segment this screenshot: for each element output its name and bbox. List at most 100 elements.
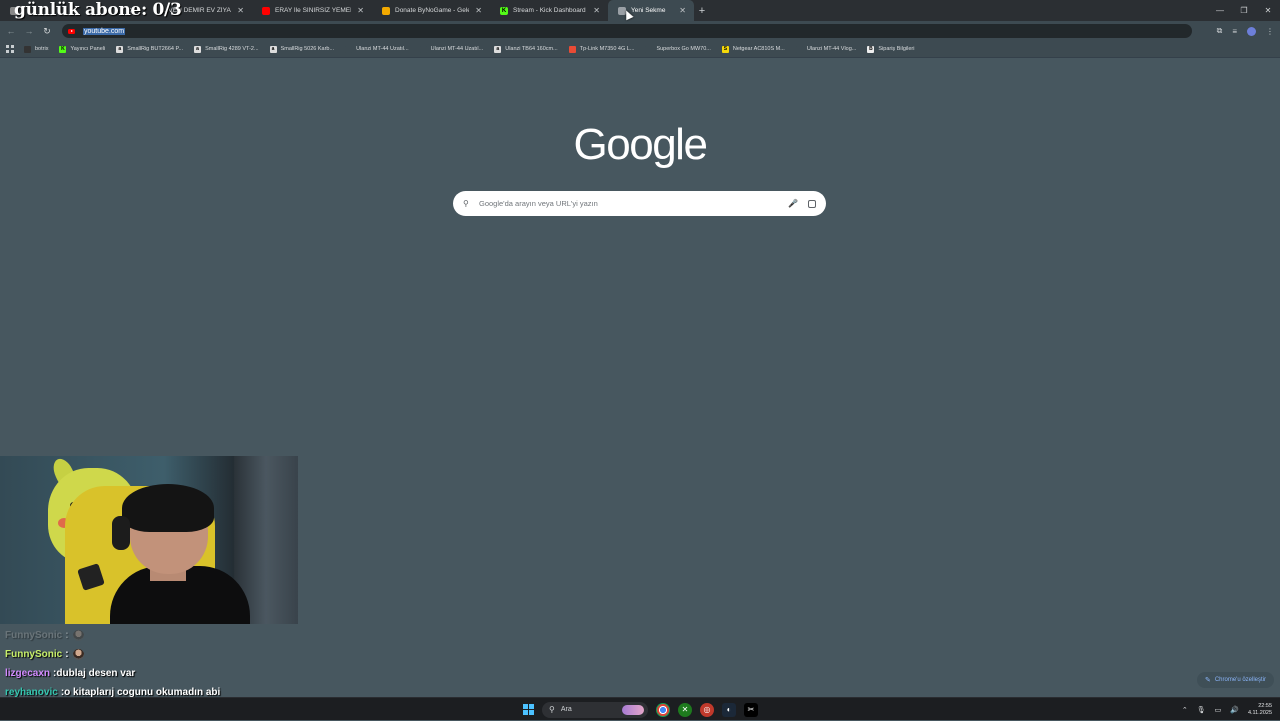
tab-close-icon[interactable]: ✕ xyxy=(475,6,482,15)
bookmark-favicon-icon: K xyxy=(59,45,67,53)
bookmark-item[interactable]: Tp-Link M7350 4G L... xyxy=(568,45,634,53)
bookmark-label: Ulanzi MT-44 Uzatıl... xyxy=(356,46,409,52)
system-tray: ⌃ 🎙 ▭ 🔊 22:55 4.11.2025 xyxy=(1182,698,1272,721)
bookmark-item[interactable]: Ulanzi MT-44 Uzatıl... xyxy=(345,45,409,53)
app-icon[interactable]: ◎ xyxy=(700,702,714,717)
search-icon: ⚲ xyxy=(549,705,555,714)
google-logo: Google xyxy=(573,120,708,169)
media-icon[interactable]: ≡ xyxy=(1232,27,1237,36)
webcam-overlay xyxy=(0,456,298,624)
microphone-icon[interactable]: 🎤 xyxy=(788,199,798,208)
close-window-button[interactable]: ✕ xyxy=(1256,0,1280,21)
bookmark-item[interactable]: a SmallRig 5026 Karb... xyxy=(269,45,334,53)
browser-toolbar: ← → ↻ youtube.com ⧉ ≡ ⋮ xyxy=(0,21,1280,41)
bookmark-item[interactable]: S Netgear AC810S M... xyxy=(721,45,785,53)
bookmark-favicon-icon: B xyxy=(867,45,875,53)
chat-username: FunnySonic xyxy=(5,630,63,641)
bookmark-label: SmallRig 4289 VT-2... xyxy=(205,46,259,52)
tab-close-icon[interactable]: ✕ xyxy=(593,6,600,15)
tab-label: ERAY İle SINIRSIZ YEMEK TURU xyxy=(275,7,351,14)
tab-close-icon[interactable]: ✕ xyxy=(357,6,364,15)
taskbar-search[interactable]: ⚲ Ara xyxy=(542,701,648,718)
bookmark-item[interactable]: Superbox Go MW70... xyxy=(645,45,711,53)
chat-username: lizgecaxn xyxy=(5,668,51,679)
volume-icon[interactable]: 🔊 xyxy=(1230,706,1239,714)
tab[interactable]: Yeni Sekme ✕ xyxy=(608,0,694,21)
window-controls: — ❐ ✕ xyxy=(1208,0,1280,21)
menu-icon[interactable]: ⋮ xyxy=(1266,27,1274,36)
extensions-icon[interactable]: ⧉ xyxy=(1217,26,1223,36)
chat-message: FunnySonic: xyxy=(5,626,220,645)
tab-close-icon[interactable]: ✕ xyxy=(237,6,244,15)
google-search-box[interactable]: ⚲ Google'da arayın veya URL'yi yazın 🎤 xyxy=(453,191,826,216)
bookmark-favicon-icon xyxy=(419,45,427,53)
chevron-up-icon[interactable]: ⌃ xyxy=(1182,706,1188,714)
restore-button[interactable]: ❐ xyxy=(1232,0,1256,21)
steam-icon[interactable]: ◐ xyxy=(722,702,736,717)
url-text[interactable]: youtube.com xyxy=(83,27,126,35)
xbox-icon[interactable]: ✕ xyxy=(678,702,692,717)
tab[interactable]: K Stream - Kick Dashboard ✕ xyxy=(490,0,608,21)
bookmark-label: SmallRig BUT2664 P... xyxy=(127,46,184,52)
capcut-icon[interactable]: ✂ xyxy=(744,702,758,717)
bookmark-favicon-icon xyxy=(645,45,653,53)
bookmark-item[interactable]: botrix xyxy=(24,45,49,53)
bookmark-favicon-icon: S xyxy=(721,45,729,53)
bookmark-label: botrix xyxy=(35,46,49,52)
tab-favicon-icon: K xyxy=(500,6,508,15)
bookmark-label: Ulanzi MT-44 Uzatıl... xyxy=(430,46,484,52)
bookmark-item[interactable]: B Sipariş Bilgileri xyxy=(867,45,915,53)
minimize-button[interactable]: — xyxy=(1208,0,1232,21)
tab-label: Stream - Kick Dashboard xyxy=(513,7,586,14)
bookmark-favicon-icon: a xyxy=(269,45,277,53)
stream-overlay-subscriber-goal: günlük abone: 0/3 xyxy=(14,0,182,20)
chat-username: FunnySonic xyxy=(5,649,63,660)
profile-avatar[interactable] xyxy=(1247,26,1256,36)
search-placeholder: Google'da arayın veya URL'yi yazın xyxy=(479,199,598,208)
windows-start-icon[interactable] xyxy=(523,704,534,715)
bookmark-label: Superbox Go MW70... xyxy=(656,46,711,52)
bookmark-favicon-icon: a xyxy=(494,45,502,53)
tab-close-icon[interactable]: ✕ xyxy=(679,6,686,15)
forward-button[interactable]: → xyxy=(20,26,38,36)
tab-favicon-icon xyxy=(262,6,270,15)
search-icon: ⚲ xyxy=(463,199,469,208)
bookmark-favicon-icon xyxy=(795,45,803,53)
microphone-tray-icon[interactable]: 🎙 xyxy=(1197,706,1206,714)
clock[interactable]: 22:55 4.11.2025 xyxy=(1248,703,1272,717)
tab-strip: ✕...VEN DEMİR EV ZİYARETİ - Y✕ERAY İle S… xyxy=(0,0,1280,21)
bookmark-item[interactable]: a Ulanzi TB64 160cm... xyxy=(494,45,558,53)
address-bar[interactable]: youtube.com xyxy=(62,24,1192,38)
bookmark-item[interactable]: Ulanzi MT-44 Vlog... xyxy=(795,45,856,53)
tab[interactable]: ERAY İle SINIRSIZ YEMEK TURU ✕ xyxy=(252,0,372,21)
taskbar: ⚲ Ara ✕ ◎ ◐ ✂ ⌃ 🎙 ▭ 🔊 22:55 4.11.2025 xyxy=(0,697,1280,720)
chat-emote-icon xyxy=(72,649,84,660)
bookmark-favicon-icon: a xyxy=(116,45,124,53)
bookmark-item[interactable]: a SmallRig BUT2664 P... xyxy=(116,45,184,53)
bookmark-list: botrix K Yayıncı Paneli a SmallRig BUT2664 P… xyxy=(24,45,925,53)
clock-date: 4.11.2025 xyxy=(1247,709,1272,716)
bookmark-item[interactable]: K Yayıncı Paneli xyxy=(59,45,106,53)
reload-button[interactable]: ↻ xyxy=(38,26,56,37)
customize-chrome-button[interactable]: ✎ Chrome'u özelleştir xyxy=(1196,672,1274,688)
bookmark-item[interactable]: a SmallRig 4289 VT-2... xyxy=(194,45,259,53)
lens-camera-icon[interactable] xyxy=(808,199,816,208)
bookmark-label: Sipariş Bilgileri xyxy=(878,46,915,52)
tab[interactable]: Donate ByNoGame - Gelen/Gi ✕ xyxy=(372,0,490,21)
apps-grid-icon[interactable] xyxy=(6,45,14,53)
bookmark-favicon-icon xyxy=(345,45,353,53)
chat-emote-icon xyxy=(72,630,84,641)
tab-label: Donate ByNoGame - Gelen/Gi xyxy=(395,7,470,14)
chat-message: lizgecaxn: dublaj desen var xyxy=(5,668,136,679)
bookmark-favicon-icon: a xyxy=(194,45,202,53)
bookmark-item[interactable]: Ulanzi MT-44 Uzatıl... xyxy=(419,45,484,53)
clock-time: 22:55 xyxy=(1258,702,1272,709)
tab-label: Yeni Sekme xyxy=(631,7,666,14)
network-icon[interactable]: ▭ xyxy=(1215,706,1222,714)
bookmark-label: Yayıncı Paneli xyxy=(70,46,106,52)
back-button[interactable]: ← xyxy=(2,26,20,36)
new-tab-button[interactable]: + xyxy=(694,5,710,17)
bookmark-favicon-icon xyxy=(24,45,31,53)
bookmarks-bar: botrix K Yayıncı Paneli a SmallRig BUT2664 P… xyxy=(0,41,1280,58)
chrome-icon[interactable] xyxy=(656,702,670,717)
